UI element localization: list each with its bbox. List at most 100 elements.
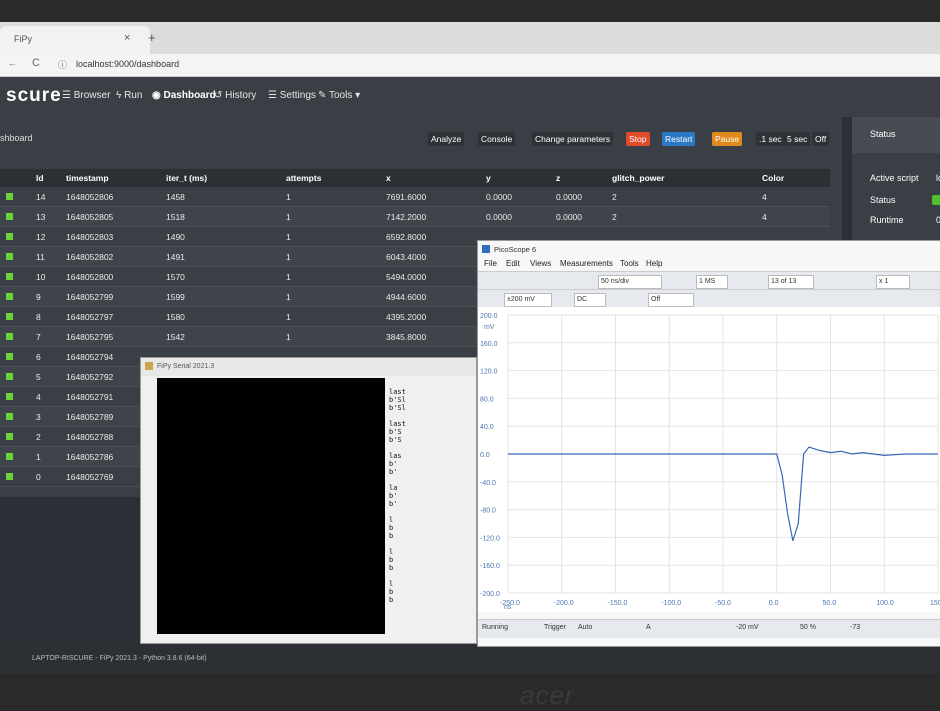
- browser-tab[interactable]: FiPy ×: [0, 26, 150, 54]
- address-bar: ← C ⓘ localhost:9000/dashboard: [0, 54, 940, 77]
- status-cell: [0, 466, 36, 487]
- menu-measurements[interactable]: Measurements: [560, 259, 613, 268]
- col-color[interactable]: Color: [762, 169, 830, 187]
- serial-line: b: [389, 532, 394, 540]
- pre-trigger[interactable]: 50 %: [800, 624, 816, 631]
- scope-chart[interactable]: 200.0 160.0 120.0 80.0 40.0 0.0 -40.0 -80.0 -120…: [478, 307, 940, 612]
- col-status: [0, 169, 36, 187]
- col-x[interactable]: x: [386, 169, 486, 187]
- nav-tools[interactable]: ✎ Tools ▾: [318, 90, 360, 101]
- serial-line: la: [389, 484, 398, 492]
- stop-button[interactable]: Stop: [626, 132, 650, 146]
- serial-titlebar[interactable]: FiPy Serial 2021.3: [141, 358, 476, 376]
- menu-edit[interactable]: Edit: [506, 259, 520, 268]
- console-button[interactable]: Console: [478, 132, 516, 146]
- restart-button[interactable]: Restart: [662, 132, 696, 146]
- interval-5-button[interactable]: 5 sec: [784, 132, 811, 146]
- cell-z: 0.0000: [556, 206, 612, 227]
- menu-tools[interactable]: Tools: [620, 259, 639, 268]
- cell-id: 4: [36, 386, 66, 407]
- menu-views[interactable]: Views: [530, 259, 551, 268]
- range-select[interactable]: ±200 mV: [504, 293, 552, 307]
- status-cell: [0, 386, 36, 407]
- x-tick-label: 100.0: [876, 600, 894, 607]
- interval-01-button[interactable]: .1 sec: [756, 132, 785, 146]
- col-iter[interactable]: iter_t (ms): [166, 169, 286, 187]
- nav-dashboard[interactable]: ◉ Dashboard: [152, 90, 216, 101]
- coupling-select[interactable]: DC: [574, 293, 606, 307]
- cell-id: 11: [36, 246, 66, 267]
- interval-off-button[interactable]: Off: [812, 132, 830, 146]
- y-tick-label: 120.0: [480, 369, 498, 376]
- cell-iter: 1542: [166, 326, 286, 347]
- cell-glitch-power: 2: [612, 187, 762, 207]
- serial-window[interactable]: FiPy Serial 2021.3 last b'Sl b'Sl last b'S b'…: [140, 357, 477, 644]
- samples-select[interactable]: 1 MS: [696, 275, 728, 289]
- status-square: [6, 352, 13, 360]
- cell-attempts: 1: [286, 206, 386, 227]
- table-row[interactable]: 14 1648052806 1458 1 7691.6000 0.0000 0.0000 2 4: [0, 187, 830, 207]
- running-label[interactable]: Running: [482, 624, 508, 631]
- zoom-select[interactable]: x 1: [876, 275, 910, 289]
- x-tick-label: -150.0: [608, 600, 628, 607]
- status-cell: [0, 286, 36, 307]
- channel-b-select[interactable]: Off: [648, 293, 694, 307]
- status-square: [6, 452, 13, 460]
- picoscope-titlebar[interactable]: PicoScope 6: [478, 241, 940, 257]
- col-z[interactable]: z: [556, 169, 612, 187]
- trigger-level[interactable]: -20 mV: [736, 624, 759, 631]
- breadcrumb: shboard: [0, 133, 33, 143]
- cell-timestamp: 1648052802: [66, 246, 166, 267]
- menu-file[interactable]: File: [484, 259, 497, 268]
- serial-line: b'S: [389, 436, 402, 444]
- serial-line: las: [389, 452, 402, 460]
- pause-button[interactable]: Pause: [712, 132, 743, 146]
- nav-dashboard-label: Dashboard: [163, 90, 216, 101]
- col-glitch-power[interactable]: glitch_power: [612, 169, 762, 187]
- new-tab-icon[interactable]: +: [148, 30, 156, 45]
- buffer-select[interactable]: 13 of 13: [768, 275, 814, 289]
- timebase-select[interactable]: 50 ns/div: [598, 275, 662, 289]
- tab-close-icon[interactable]: ×: [124, 32, 130, 44]
- status-square: [6, 392, 13, 400]
- table-row[interactable]: 13 1648052805 1518 1 7142.2000 0.0000 0.0000 2 4: [0, 206, 830, 227]
- col-y[interactable]: y: [486, 169, 556, 187]
- cell-attempts: 1: [286, 246, 386, 267]
- back-icon[interactable]: ←: [8, 58, 17, 68]
- x-tick-label: 150.0: [930, 600, 940, 607]
- serial-line: b: [389, 588, 394, 596]
- url-text[interactable]: localhost:9000/dashboard: [76, 59, 179, 69]
- cell-iter: 1580: [166, 306, 286, 327]
- picoscope-menu: File Edit Views Measurements Tools Help: [478, 257, 940, 271]
- cell-attempts: 1: [286, 187, 386, 207]
- change-parameters-button[interactable]: Change parameters: [532, 132, 614, 146]
- trigger-delay[interactable]: -73: [850, 624, 860, 631]
- cell-glitch-power: 2: [612, 206, 762, 227]
- serial-line: b': [389, 460, 398, 468]
- brand-logo[interactable]: scure: [6, 85, 62, 107]
- status-cell: [0, 266, 36, 287]
- menu-help[interactable]: Help: [646, 259, 662, 268]
- col-timestamp[interactable]: timestamp: [66, 169, 166, 187]
- status-label-script: Active script: [870, 173, 919, 183]
- picoscope-window[interactable]: PicoScope 6 File Edit Views Measurements…: [477, 240, 940, 647]
- trigger-mode[interactable]: Auto: [578, 624, 592, 631]
- nav-settings[interactable]: ☰ Settings: [268, 90, 316, 101]
- cell-id: 10: [36, 266, 66, 287]
- nav-history[interactable]: ↺ History: [214, 90, 256, 101]
- picoscope-toolbar-2: ±200 mV DC Off: [478, 289, 940, 309]
- status-square: [6, 232, 13, 240]
- cell-iter: 1599: [166, 286, 286, 307]
- reload-icon[interactable]: C: [32, 57, 40, 69]
- cell-id: 12: [36, 226, 66, 247]
- nav-browser[interactable]: ☰ Browser: [62, 90, 110, 101]
- trigger-channel[interactable]: A: [646, 624, 651, 631]
- info-icon[interactable]: ⓘ: [58, 58, 67, 71]
- analyze-button[interactable]: Analyze: [428, 132, 465, 146]
- col-id[interactable]: Id: [36, 169, 66, 187]
- status-square: [6, 412, 13, 420]
- cell-id: 13: [36, 206, 66, 227]
- nav-run[interactable]: ϟ Run: [116, 90, 142, 101]
- col-attempts[interactable]: attempts: [286, 169, 386, 187]
- scope-plot[interactable]: 200.0 160.0 120.0 80.0 40.0 0.0 -40.0 -80.0 -120…: [478, 307, 940, 612]
